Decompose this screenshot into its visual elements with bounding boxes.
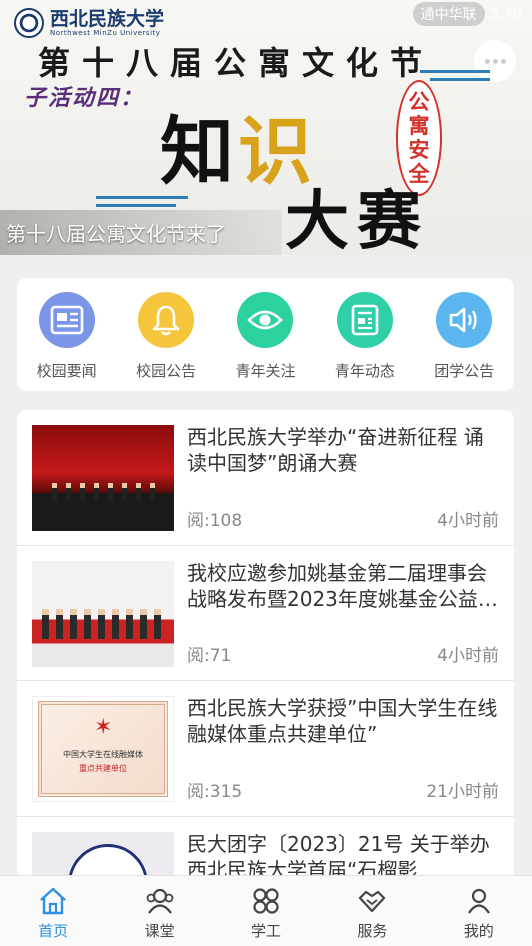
news-item[interactable]: 民大团字〔2023〕21号 关于举办西北民族大学首届“石榴影 [17, 817, 514, 881]
news-title: 西北民族大学获授”中国大学生在线融媒体重点共建单位” [187, 696, 498, 746]
person-figure [94, 483, 99, 501]
bell-icon [138, 292, 195, 348]
news-time: 21小时前 [426, 781, 499, 802]
tab-label: 课堂 [144, 922, 175, 940]
users-icon [146, 888, 173, 914]
logo-chinese-name: 西北民族大学 [50, 8, 165, 30]
tab-label: 服务 [357, 922, 388, 940]
nav-item-campus-news[interactable]: 校园要闻 [24, 292, 110, 391]
tab-label: 我的 [463, 922, 494, 940]
banner-subheadline: 子活动四： [24, 86, 145, 111]
banner-big-line2: 大赛 [285, 185, 429, 255]
plaque-logo-icon: ✶ [94, 715, 113, 740]
news-time: 4小时前 [437, 510, 499, 531]
university-seal-icon [14, 8, 44, 38]
news-title: 我校应邀参加姚基金第二届理事会战略发布暨2023年度姚基金公益活动 [187, 560, 498, 611]
newspaper-icon [38, 292, 95, 348]
nav-item-youth-news[interactable]: 青年动态 [322, 292, 408, 391]
bottom-tab-bar: 首页 课堂 学工 服务 我的 [0, 875, 532, 946]
person-figure [122, 483, 127, 501]
person-figure [140, 608, 147, 639]
nav-label: 校园公告 [136, 362, 197, 380]
news-thumbnail: ✶ 中国大学生在线融媒体 重点共建单位 [32, 696, 174, 802]
plaque-text-line1: 中国大学生在线融媒体 [63, 750, 143, 759]
dot-icon [492, 58, 498, 64]
speaker-icon [436, 292, 493, 348]
tab-me[interactable]: 我的 [439, 886, 519, 941]
news-thumbnail [32, 425, 174, 531]
nav-label: 青年关注 [235, 362, 296, 380]
person-figure [150, 483, 155, 501]
news-thumbnail [32, 831, 174, 880]
banner-big-char-a: 知 [160, 109, 238, 195]
person-figure [98, 608, 105, 639]
tab-services[interactable]: 服务 [332, 886, 412, 941]
decor-wave [96, 196, 188, 199]
decor-wave [96, 204, 176, 207]
tab-label: 学工 [250, 922, 281, 940]
home-icon [40, 887, 66, 915]
quick-nav-card: 校园要闻 校园公告 青年关注 青年动态 团学公告 [17, 278, 514, 391]
plaque-image: ✶ 中国大学生在线融媒体 重点共建单位 [38, 701, 168, 797]
news-item[interactable]: ✶ 中国大学生在线融媒体 重点共建单位 西北民族大学获授”中国大学生在线融媒体重… [17, 681, 514, 817]
tab-classroom[interactable]: 课堂 [120, 886, 200, 941]
news-item[interactable]: 我校应邀参加姚基金第二届理事会战略发布暨2023年度姚基金公益活动 阅:71 4… [17, 546, 514, 681]
news-list: 西北民族大学举办“奋进新征程 诵读中国梦”朗诵大赛 阅:108 4小时前 我校应… [17, 410, 514, 880]
banner-caption: 第十八届公寓文化节来了 [0, 210, 282, 255]
person-figure [42, 608, 49, 639]
person-icon [467, 888, 490, 914]
news-read-count: 阅:315 [187, 781, 243, 802]
news-read-count: 阅:71 [187, 646, 232, 666]
nav-label: 校园要闻 [36, 362, 97, 380]
dot-icon [500, 58, 506, 64]
banner-headline: 第十八届公寓文化节 [38, 44, 435, 82]
status-time: 5:40 [490, 6, 522, 22]
more-menu-button[interactable] [474, 40, 516, 82]
tab-home[interactable]: 首页 [13, 886, 93, 941]
nav-item-youth-focus[interactable]: 青年关注 [222, 292, 308, 391]
nav-label: 团学公告 [434, 362, 495, 380]
news-item[interactable]: 西北民族大学举办“奋进新征程 诵读中国梦”朗诵大赛 阅:108 4小时前 [17, 410, 514, 546]
nav-item-campus-notice[interactable]: 校园公告 [123, 292, 209, 391]
person-figure [56, 608, 63, 639]
dot-icon [484, 58, 490, 64]
news-thumbnail [32, 560, 174, 667]
person-figure [84, 608, 91, 639]
status-pill: 通中华联 [412, 2, 485, 26]
status-bar: 通中华联 5:40 [412, 2, 522, 26]
decor-wave [420, 70, 490, 73]
person-figure [80, 483, 85, 501]
decor-wave [430, 78, 490, 81]
person-figure [126, 608, 133, 639]
person-figure [112, 608, 119, 639]
news-title: 西北民族大学举办“奋进新征程 诵读中国梦”朗诵大赛 [187, 425, 484, 475]
news-title: 民大团字〔2023〕21号 关于举办西北民族大学首届“石榴影 [187, 831, 490, 881]
person-figure [66, 483, 71, 501]
apps-icon [253, 888, 279, 914]
person-figure [70, 608, 77, 639]
person-figure [52, 483, 57, 501]
university-logo: 西北民族大学 Northwest MinZu University [14, 6, 164, 40]
nav-label: 青年动态 [334, 362, 395, 380]
person-figure [154, 608, 161, 639]
nav-item-league-notice[interactable]: 团学公告 [421, 292, 507, 391]
logo-english-name: Northwest MinZu University [50, 29, 161, 37]
tab-label: 首页 [38, 922, 69, 940]
handshake-icon [359, 890, 386, 913]
tab-student-affairs[interactable]: 学工 [226, 886, 306, 941]
person-figure [136, 483, 141, 501]
plaque-text-line2: 重点共建单位 [79, 764, 127, 773]
news-time: 4小时前 [437, 646, 499, 666]
eye-icon [237, 292, 294, 348]
person-figure [108, 483, 113, 501]
news-read-count: 阅:108 [187, 510, 243, 531]
top-banner[interactable]: 西北民族大学 Northwest MinZu University 通中华联 5… [0, 0, 532, 255]
news-grid-icon [336, 292, 393, 348]
